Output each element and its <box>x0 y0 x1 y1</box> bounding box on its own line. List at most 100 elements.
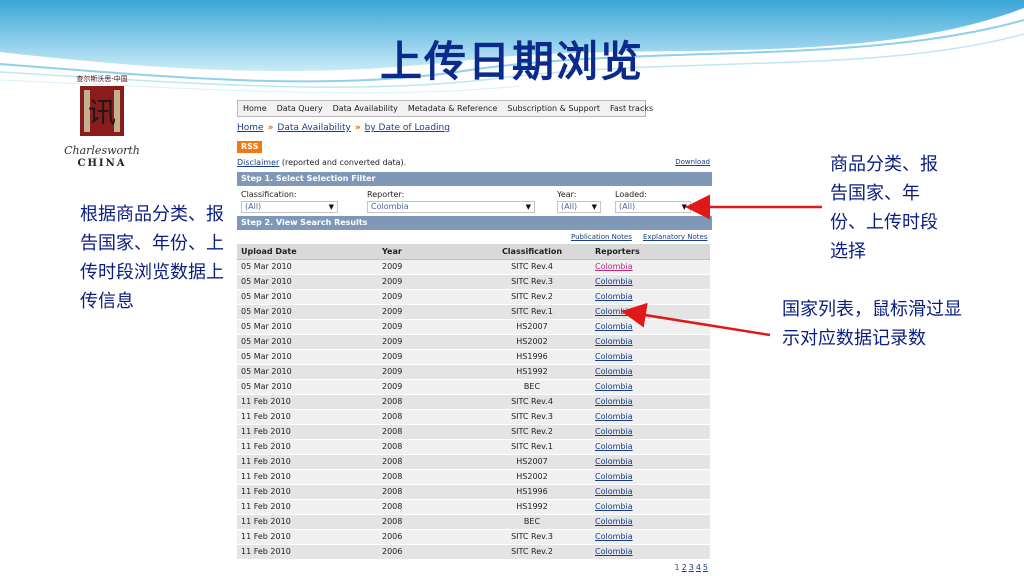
cell-year: 2009 <box>378 349 473 365</box>
cell-reporter[interactable]: Colombia <box>591 439 710 455</box>
cell-reporter[interactable]: Colombia <box>591 409 710 425</box>
cell-upload-date: 11 Feb 2010 <box>237 529 378 545</box>
cell-year: 2008 <box>378 469 473 485</box>
reporter-link[interactable]: Colombia <box>595 307 633 316</box>
cell-year: 2008 <box>378 394 473 410</box>
cell-upload-date: 11 Feb 2010 <box>237 454 378 470</box>
page-link-4[interactable]: 4 <box>696 563 701 572</box>
reporter-link[interactable]: Colombia <box>595 532 633 541</box>
loaded-label: Loaded: <box>615 190 647 199</box>
breadcrumb-home[interactable]: Home <box>237 123 264 133</box>
classification-select[interactable]: (All) ▼ <box>241 201 338 213</box>
cell-reporter[interactable]: Colombia <box>591 529 710 545</box>
year-select[interactable]: (All) ▼ <box>557 201 601 213</box>
cell-reporter[interactable]: Colombia <box>591 484 710 500</box>
reporter-link[interactable]: Colombia <box>595 547 633 556</box>
nav-data-query[interactable]: Data Query <box>272 101 328 116</box>
page-link-5[interactable]: 5 <box>703 563 708 572</box>
reporter-link[interactable]: Colombia <box>595 352 633 361</box>
page-link-1[interactable]: 1 <box>675 563 680 572</box>
cell-year: 2006 <box>378 544 473 560</box>
cell-upload-date: 11 Feb 2010 <box>237 409 378 425</box>
cell-year: 2008 <box>378 439 473 455</box>
reporter-link[interactable]: Colombia <box>595 442 633 451</box>
reporter-link[interactable]: Colombia <box>595 292 633 301</box>
page-link-3[interactable]: 3 <box>689 563 694 572</box>
disclaimer-text: (reported and converted data). <box>279 158 407 167</box>
cell-upload-date: 05 Mar 2010 <box>237 259 378 275</box>
cell-year: 2009 <box>378 274 473 290</box>
breadcrumb-current[interactable]: by Date of Loading <box>365 123 450 133</box>
cell-reporter[interactable]: Colombia <box>591 364 710 380</box>
cell-year: 2009 <box>378 289 473 305</box>
cell-classification: BEC <box>473 379 591 395</box>
cell-reporter[interactable]: Colombia <box>591 274 710 290</box>
cell-reporter[interactable]: Colombia <box>591 349 710 365</box>
cell-classification: HS1996 <box>473 484 591 500</box>
reporter-link[interactable]: Colombia <box>595 277 633 286</box>
cell-reporter[interactable]: Colombia <box>591 304 710 320</box>
explanatory-notes-link[interactable]: Explanatory Notes <box>643 233 707 241</box>
cell-classification: SITC Rev.1 <box>473 304 591 320</box>
notes-links: Publication Notes Explanatory Notes <box>237 230 712 244</box>
header-year[interactable]: Year <box>378 244 473 260</box>
cell-upload-date: 05 Mar 2010 <box>237 349 378 365</box>
reporter-link[interactable]: Colombia <box>595 262 633 271</box>
reporter-link[interactable]: Colombia <box>595 382 633 391</box>
cell-reporter[interactable]: Colombia <box>591 514 710 530</box>
loaded-select[interactable]: (All) ▼ <box>615 201 691 213</box>
cell-classification: HS2002 <box>473 334 591 350</box>
cell-reporter[interactable]: Colombia <box>591 544 710 560</box>
download-link[interactable]: Download <box>675 157 710 168</box>
nav-subscription-support[interactable]: Subscription & Support <box>502 101 605 116</box>
reporter-link[interactable]: Colombia <box>595 472 633 481</box>
cell-upload-date: 11 Feb 2010 <box>237 514 378 530</box>
header-classification[interactable]: Classification <box>473 244 591 260</box>
filter-panel: Classification: (All) ▼ Reporter: Colombi… <box>237 186 712 216</box>
reporter-link[interactable]: Colombia <box>595 412 633 421</box>
table-row: 05 Mar 2010 2009 HS2002 Colombia <box>237 334 710 350</box>
reporter-select[interactable]: Colombia ▼ <box>367 201 535 213</box>
cell-reporter[interactable]: Colombia <box>591 394 710 410</box>
nav-data-availability[interactable]: Data Availability <box>328 101 403 116</box>
disclaimer-link[interactable]: Disclaimer <box>237 158 279 167</box>
reporter-link[interactable]: Colombia <box>595 397 633 406</box>
reporter-link[interactable]: Colombia <box>595 517 633 526</box>
nav-metadata-reference[interactable]: Metadata & Reference <box>403 101 503 116</box>
table-row: 05 Mar 2010 2009 HS1996 Colombia <box>237 349 710 365</box>
cell-classification: SITC Rev.4 <box>473 394 591 410</box>
cell-year: 2009 <box>378 319 473 335</box>
header-reporters[interactable]: Reporters <box>591 244 710 260</box>
breadcrumb-sep: » <box>267 123 274 133</box>
reporter-link[interactable]: Colombia <box>595 367 633 376</box>
cell-reporter[interactable]: Colombia <box>591 379 710 395</box>
reporter-link[interactable]: Colombia <box>595 322 633 331</box>
cell-reporter[interactable]: Colombia <box>591 319 710 335</box>
reporter-label: Reporter: <box>367 190 405 199</box>
publication-notes-link[interactable]: Publication Notes <box>571 233 632 241</box>
nav-fast-tracks[interactable]: Fast tracks <box>605 101 658 116</box>
breadcrumb-data-availability[interactable]: Data Availability <box>277 123 350 133</box>
table-row: 11 Feb 2010 2008 HS1996 Colombia <box>237 484 710 500</box>
cell-reporter[interactable]: Colombia <box>591 334 710 350</box>
reporter-link[interactable]: Colombia <box>595 487 633 496</box>
header-upload-date[interactable]: Upload Date <box>237 244 378 260</box>
cell-upload-date: 05 Mar 2010 <box>237 289 378 305</box>
cell-reporter[interactable]: Colombia <box>591 499 710 515</box>
cell-reporter[interactable]: Colombia <box>591 424 710 440</box>
reporter-link[interactable]: Colombia <box>595 502 633 511</box>
cell-reporter[interactable]: Colombia <box>591 259 710 275</box>
rss-button[interactable]: RSS <box>237 141 263 153</box>
page-link-2[interactable]: 2 <box>682 563 687 572</box>
reporter-link[interactable]: Colombia <box>595 427 633 436</box>
nav-home[interactable]: Home <box>238 101 272 116</box>
cell-reporter[interactable]: Colombia <box>591 454 710 470</box>
cell-upload-date: 05 Mar 2010 <box>237 304 378 320</box>
cell-year: 2009 <box>378 259 473 275</box>
logo-china-text: CHINA <box>77 158 127 169</box>
cell-reporter[interactable]: Colombia <box>591 469 710 485</box>
cell-reporter[interactable]: Colombia <box>591 289 710 305</box>
reporter-link[interactable]: Colombia <box>595 337 633 346</box>
cell-upload-date: 11 Feb 2010 <box>237 424 378 440</box>
reporter-link[interactable]: Colombia <box>595 457 633 466</box>
